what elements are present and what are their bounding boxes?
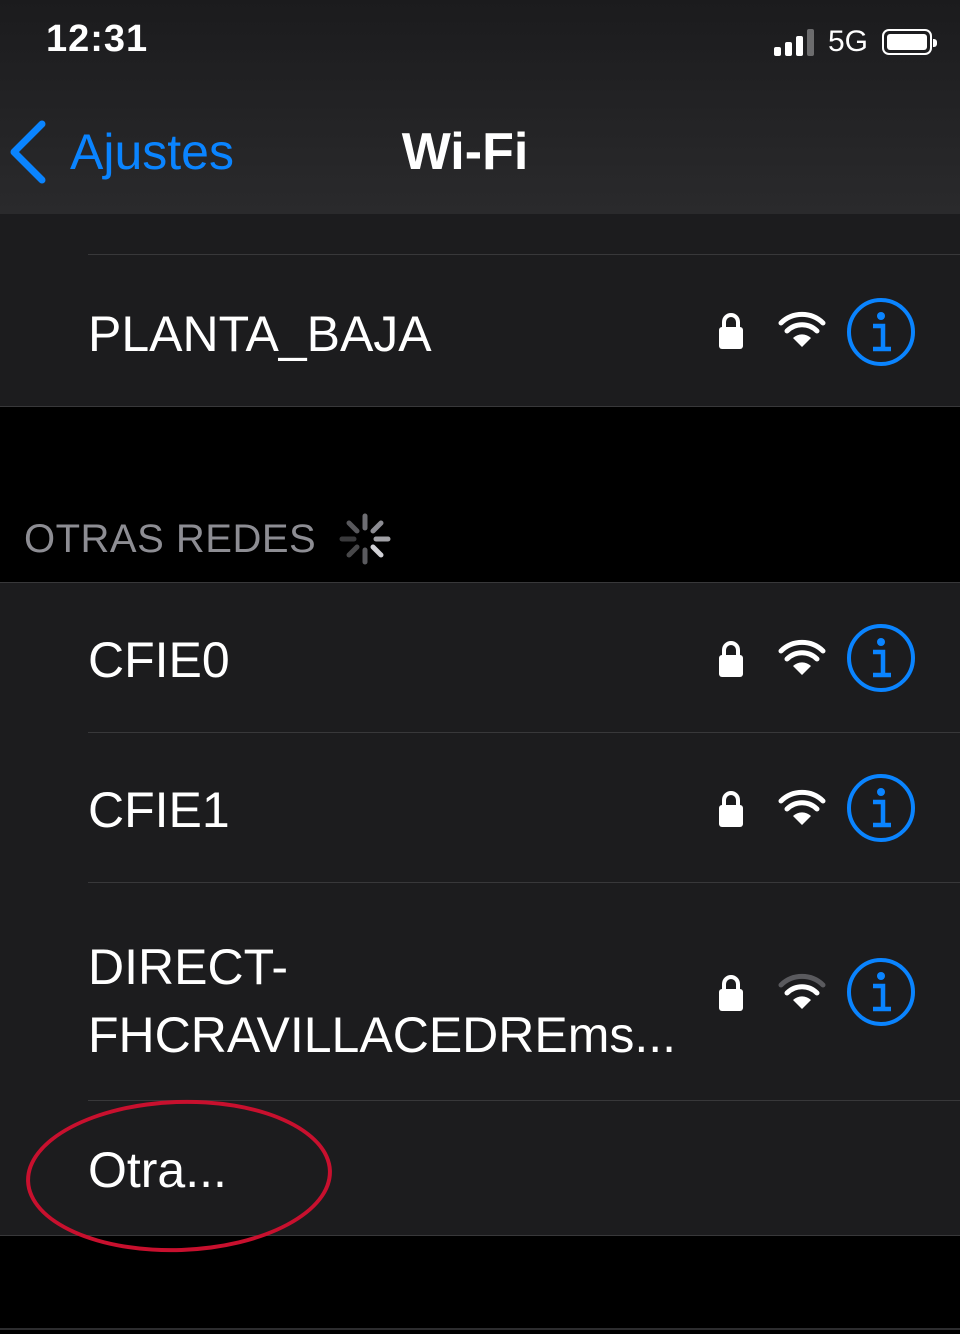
network-name: CFIE0 [88, 632, 230, 688]
bottom-divider [0, 1328, 960, 1330]
page-title-text: Wi-Fi [401, 123, 529, 181]
other-networks-header: OTRAS REDES [24, 512, 392, 566]
info-icon[interactable] [846, 297, 916, 367]
network-row-cfie1[interactable]: CFIE1 [0, 733, 960, 883]
other-networks-title: OTRAS REDES [24, 516, 317, 561]
lock-icon [719, 641, 743, 677]
navigation-header: 12:31 5G Ajustes Wi-Fi [0, 0, 960, 215]
lock-icon [719, 791, 743, 827]
wifi-icon [778, 639, 826, 675]
info-icon[interactable] [846, 957, 916, 1027]
battery-icon [882, 29, 937, 55]
status-indicators: 5G [773, 22, 937, 62]
wifi-icon [778, 973, 826, 1009]
page-title: Wi-Fi [0, 122, 960, 182]
wifi-icon [778, 311, 826, 347]
spinner-icon [339, 513, 391, 565]
lock-icon [719, 313, 743, 349]
network-type: 5G [827, 25, 868, 58]
cellular-signal-icon [773, 28, 814, 56]
info-icon[interactable] [846, 773, 916, 843]
status-time: 12:31 [46, 18, 149, 60]
network-name-line2: FHCRAVILLACEDREms... [88, 1007, 677, 1063]
wifi-icon [778, 789, 826, 825]
network-row-direct[interactable]: DIRECT- FHCRAVILLACEDREms... [0, 883, 960, 1101]
my-networks-section: PLANTA_BAJA [0, 214, 960, 407]
network-row-cfie0[interactable]: CFIE0 [0, 583, 960, 733]
network-row-planta-baja[interactable]: PLANTA_BAJA [0, 255, 960, 405]
info-icon[interactable] [846, 623, 916, 693]
network-name: PLANTA_BAJA [88, 306, 432, 362]
network-name-line1: DIRECT- [88, 939, 288, 995]
lock-icon [719, 975, 743, 1011]
network-name: DIRECT- FHCRAVILLACEDREms... [88, 933, 676, 1069]
network-name: CFIE1 [88, 782, 230, 838]
